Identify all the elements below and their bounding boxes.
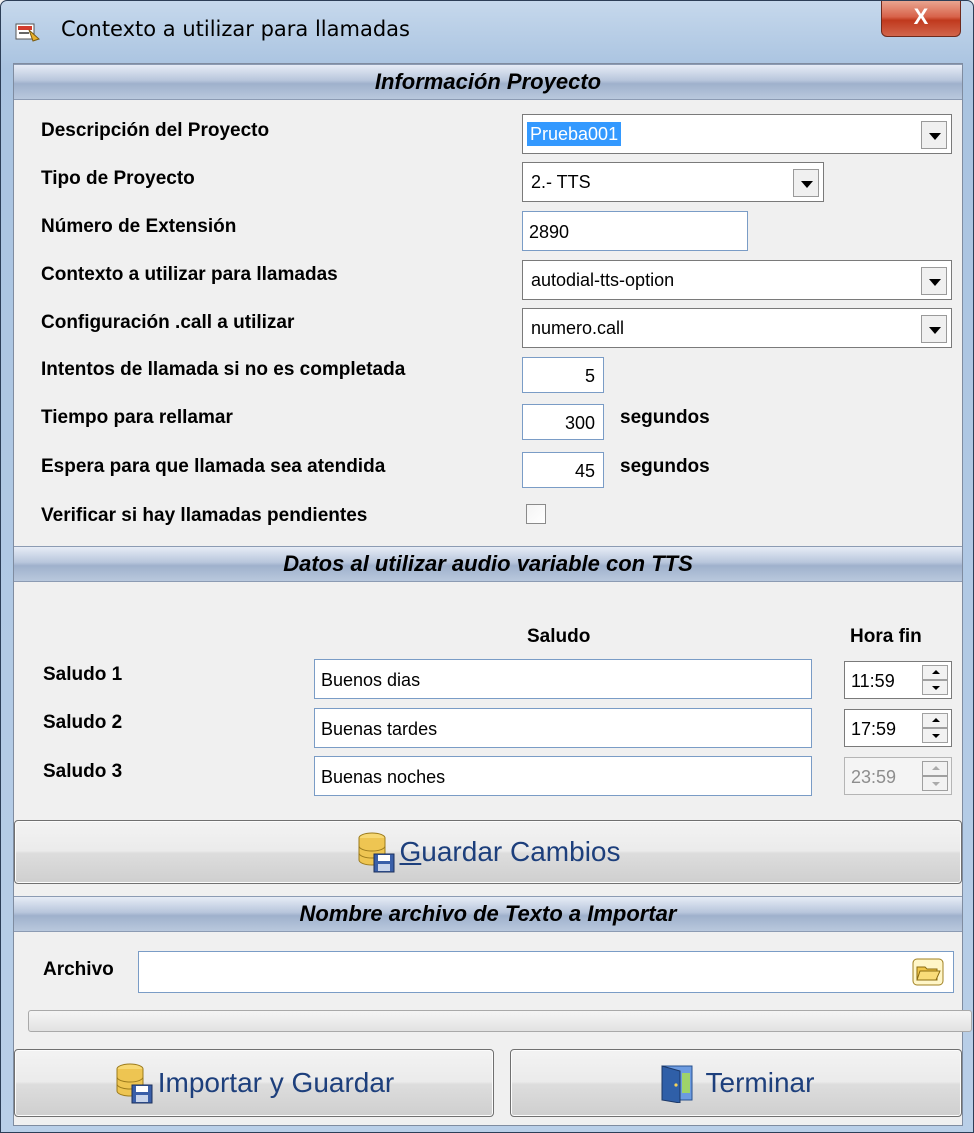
- folder-open-icon[interactable]: [912, 958, 944, 986]
- tiempo-unit: segundos: [620, 407, 710, 428]
- archivo-label: Archivo: [43, 959, 114, 980]
- saludo-1-label: Saludo 1: [43, 664, 123, 685]
- saludo-3-field[interactable]: Buenas noches: [314, 756, 812, 796]
- spin-up-icon: [922, 761, 948, 776]
- hora-fin-3-spinner: 23:59: [844, 757, 952, 795]
- tipo-combo[interactable]: 2.- TTS: [522, 162, 824, 202]
- guardar-accel-letter: G: [399, 836, 422, 867]
- extension-label: Número de Extensión: [41, 216, 237, 237]
- import-progress-bar: [28, 1010, 972, 1032]
- intentos-field[interactable]: 5: [522, 357, 604, 393]
- spin-down-icon: [922, 776, 948, 791]
- database-save-icon: [116, 1063, 153, 1104]
- saludo-1-value: Buenos dias: [321, 670, 421, 690]
- chevron-down-icon[interactable]: [921, 267, 947, 295]
- hora-fin-1-spinner[interactable]: 11:59: [844, 661, 952, 699]
- section-header-tts: Datos al utilizar audio variable con TTS: [14, 546, 962, 582]
- contexto-label: Contexto a utilizar para llamadas: [41, 264, 338, 285]
- descripcion-combo[interactable]: Prueba001: [522, 114, 952, 154]
- col-hora-fin: Hora fin: [850, 626, 922, 647]
- saludo-2-field[interactable]: Buenas tardes: [314, 708, 812, 748]
- hora-fin-3-value: 23:59: [851, 767, 897, 787]
- spin-up-icon[interactable]: [922, 713, 948, 728]
- terminar-button[interactable]: Terminar: [510, 1049, 962, 1117]
- espera-value: 45: [574, 461, 595, 481]
- intentos-label: Intentos de llamada si no es completada: [41, 359, 406, 380]
- saludo-2-value: Buenas tardes: [321, 719, 438, 739]
- chevron-down-icon[interactable]: [793, 169, 819, 197]
- col-saludo: Saludo: [527, 626, 591, 647]
- config-label: Configuración .call a utilizar: [41, 312, 295, 333]
- extension-value: 2890: [529, 222, 570, 242]
- saludo-3-label: Saludo 3: [43, 761, 123, 782]
- database-save-icon: [358, 832, 394, 873]
- espera-label: Espera para que llamada sea atendida: [41, 456, 386, 477]
- saludo-3-value: Buenas noches: [321, 767, 446, 787]
- contexto-combo[interactable]: autodial-tts-option: [522, 260, 952, 300]
- hora-fin-2-value: 17:59: [851, 719, 897, 739]
- tiempo-label: Tiempo para rellamar: [41, 407, 233, 428]
- window-title: Contexto a utilizar para llamadas: [61, 17, 410, 41]
- descripcion-value: Prueba001: [527, 122, 622, 146]
- archivo-field[interactable]: [138, 951, 954, 993]
- title-bar[interactable]: Contexto a utilizar para llamadas X: [1, 1, 973, 63]
- espera-unit: segundos: [620, 456, 710, 477]
- spin-up-icon[interactable]: [922, 665, 948, 680]
- descripcion-label: Descripción del Proyecto: [41, 120, 270, 141]
- tiempo-field[interactable]: 300: [522, 404, 604, 440]
- dialog-window: Contexto a utilizar para llamadas X Info…: [0, 0, 974, 1133]
- saludo-1-field[interactable]: Buenos dias: [314, 659, 812, 699]
- section-header-import: Nombre archivo de Texto a Importar: [14, 896, 962, 932]
- intentos-value: 5: [584, 366, 595, 386]
- guardar-label-rest: uardar Cambios: [421, 836, 621, 867]
- spin-down-icon[interactable]: [922, 728, 948, 743]
- spin-down-icon[interactable]: [922, 680, 948, 695]
- config-value: numero.call: [531, 318, 625, 338]
- tiempo-value: 300: [564, 413, 595, 433]
- client-area: Información Proyecto Descripción del Pro…: [13, 63, 972, 1126]
- hora-fin-1-value: 11:59: [851, 671, 895, 691]
- section-header-proyecto: Información Proyecto: [14, 64, 962, 100]
- guardar-cambios-button[interactable]: Guardar Cambios: [14, 820, 962, 884]
- saludo-2-label: Saludo 2: [43, 712, 123, 733]
- config-combo[interactable]: numero.call: [522, 308, 952, 348]
- tipo-label: Tipo de Proyecto: [41, 168, 195, 189]
- app-icon: [15, 23, 40, 42]
- chevron-down-icon[interactable]: [921, 315, 947, 343]
- tipo-value: 2.- TTS: [531, 172, 591, 192]
- terminar-label: Terminar: [705, 1067, 815, 1098]
- verificar-checkbox[interactable]: [526, 504, 546, 524]
- exit-door-icon: [661, 1065, 693, 1103]
- chevron-down-icon[interactable]: [921, 121, 947, 149]
- importar-label: Importar y Guardar: [157, 1067, 395, 1098]
- extension-field[interactable]: 2890: [522, 211, 748, 251]
- espera-field[interactable]: 45: [522, 452, 604, 488]
- verificar-label: Verificar si hay llamadas pendientes: [41, 505, 368, 526]
- close-button[interactable]: X: [881, 1, 961, 37]
- importar-guardar-button[interactable]: Importar y Guardar: [14, 1049, 494, 1117]
- hora-fin-2-spinner[interactable]: 17:59: [844, 709, 952, 747]
- contexto-value: autodial-tts-option: [531, 270, 675, 290]
